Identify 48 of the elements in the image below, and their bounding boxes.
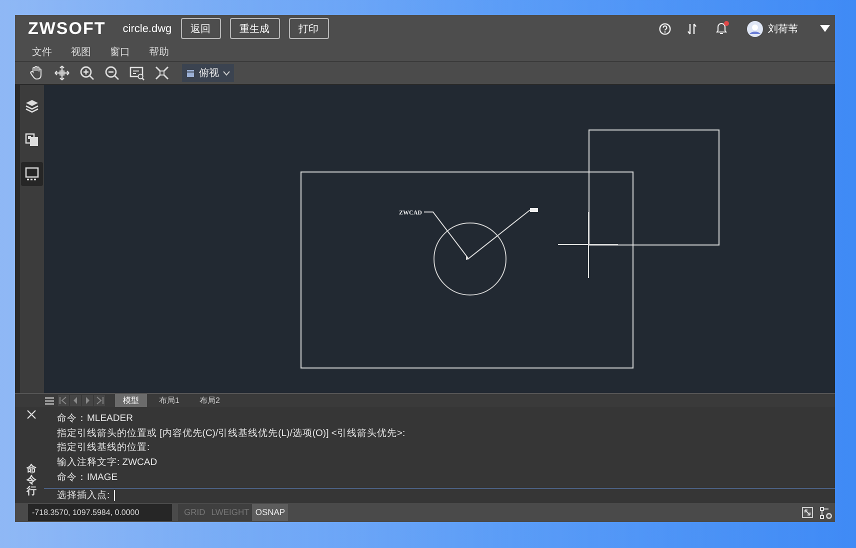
toolbar-button[interactable]: 打印 [288,18,329,39]
command-history-line: 命令：IMAGE [57,470,119,485]
toolbar-button[interactable]: 重生成 [230,18,280,39]
crosshair-cursor [558,212,618,278]
view-icon [186,68,195,78]
avatar-icon[interactable] [747,20,763,36]
first-page-icon[interactable] [58,395,69,406]
menu-item[interactable]: 文件 [30,44,54,58]
next-icon[interactable] [82,395,93,406]
file-name: circle.dwg [122,22,172,34]
menu-item[interactable]: 窗口 [108,44,132,58]
last-page-icon[interactable] [94,395,105,406]
coordinates-readout: -718.3570, 1097.5984, 0.0000 [28,504,172,521]
previous-icon[interactable] [70,395,81,406]
monitor-icon [24,166,40,182]
expand-icon[interactable] [154,65,170,81]
menu-item[interactable]: 视图 [69,44,93,58]
zoom-window-icon[interactable] [129,65,145,81]
settings-icon[interactable] [820,506,832,518]
command-history-line: 命令：MLEADER [57,412,134,426]
copy-icon [24,132,40,148]
menu-icon[interactable] [45,396,54,404]
help-icon[interactable] [659,22,671,34]
panel-title: 命令行 [26,464,36,497]
view-label: 俯视 [199,66,219,80]
logo: ZWSOFT [28,18,106,38]
sort-icon[interactable] [687,22,697,34]
layout-tab[interactable]: 模型 [115,394,147,407]
zoom-in-icon[interactable] [79,65,95,81]
command-history-line: 指定引线基线的位置: [57,441,151,456]
command-history-line: 指定引线箭头的位置或 [内容优先(C)/引线基线优先(L)/选项(O)] <引线箭头优先>: [57,426,406,441]
status-toggle[interactable]: OSNAP [252,504,288,521]
fullscreen-icon[interactable] [802,507,813,518]
zoom-out-icon[interactable] [104,65,120,81]
monitor-button[interactable] [21,162,43,186]
user-name[interactable]: 刘荷苇 [768,22,798,36]
command-history-line: 输入注释文字: ZWCAD [57,456,158,470]
prompt-text: 选择插入点: [57,489,110,502]
toolbar-button[interactable]: 返回 [180,18,221,39]
close-icon[interactable] [27,410,36,419]
bell-icon[interactable] [716,22,727,35]
menu-item[interactable]: 帮助 [147,44,171,58]
text-cursor [114,490,115,502]
layers-icon [24,98,40,114]
move-icon[interactable] [54,65,70,81]
caret-down-icon[interactable] [820,25,830,32]
view-select[interactable]: 俯视 [182,64,234,82]
chevron-down-icon [223,70,230,76]
